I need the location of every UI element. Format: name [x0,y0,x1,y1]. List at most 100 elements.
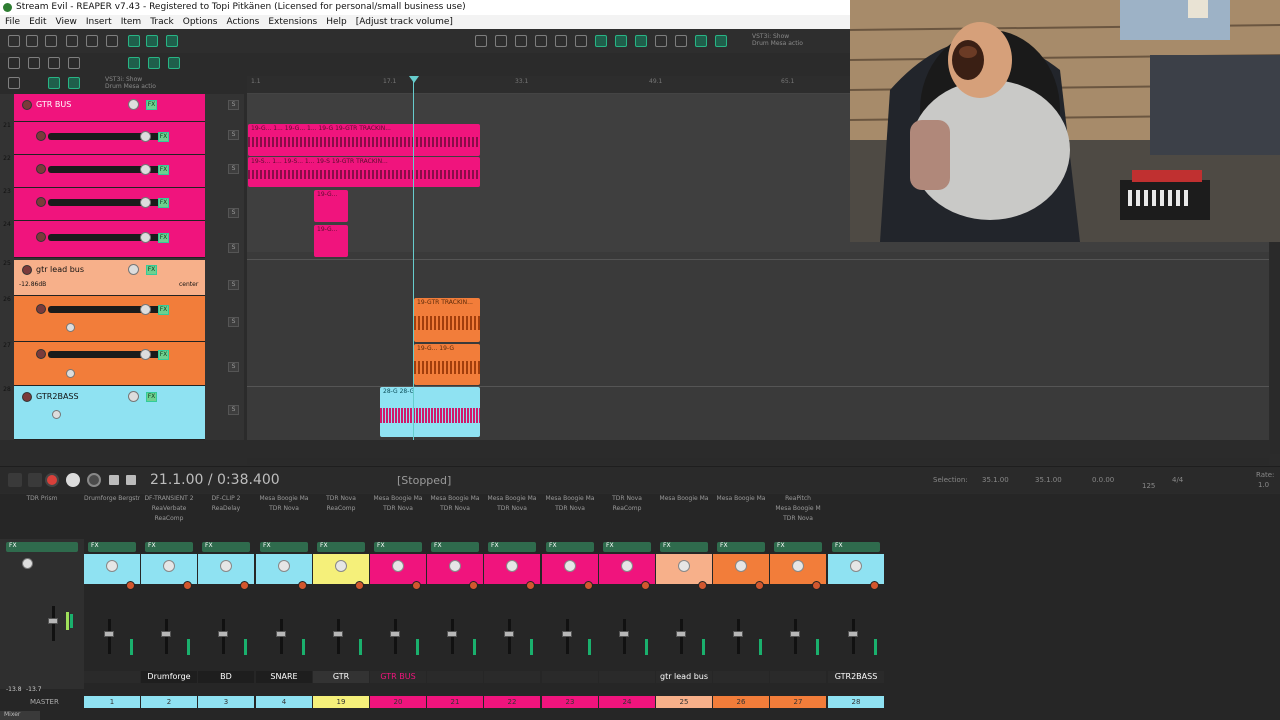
fx-chain-slot[interactable]: ReaComp [141,515,197,522]
tcp-open-icon[interactable] [28,57,40,69]
media-item[interactable]: 19-G... [314,190,348,222]
record-arm-button[interactable] [36,197,46,207]
pan-knob[interactable] [564,560,576,572]
pan-knob[interactable] [140,304,151,315]
fx-chain-slot[interactable]: ReaComp [313,505,369,512]
record-button[interactable] [45,473,59,487]
fx-chain-slot[interactable]: DF-CLIP 2 [198,495,254,502]
go-to-end-icon[interactable] [28,473,42,487]
fader-cap[interactable] [276,631,286,637]
ripple-icon-2[interactable] [635,35,647,47]
fx-chain-slot[interactable]: Drumforge Bergstrand [84,495,140,502]
rate-value[interactable]: 1.0 [1258,481,1269,489]
tcp-save-icon[interactable] [48,57,60,69]
fx-button[interactable]: FX [774,542,822,552]
track-24[interactable]: 24 FX [3,221,205,258]
pan-knob[interactable] [140,232,151,243]
pan-knob[interactable] [621,560,633,572]
media-item[interactable]: 19-G... 1... 19-G... 1... 19-G 19-GTR TR… [248,124,480,156]
envelope-icon[interactable] [675,35,687,47]
fx-button[interactable]: FX [146,392,157,402]
record-arm-button[interactable] [755,581,764,590]
fader-cap[interactable] [390,631,400,637]
media-item[interactable]: 19-G... [314,225,348,257]
fx-button[interactable]: FX [546,542,594,552]
metronome-icon-2[interactable] [595,35,607,47]
fader-cap[interactable] [104,631,114,637]
strip-name[interactable]: gtr lead bus [656,671,712,683]
selection-end[interactable]: 35.1.00 [1035,476,1062,484]
pan-knob[interactable] [392,560,404,572]
fader-cap[interactable] [733,631,743,637]
fx-chain-slot[interactable]: Mesa Boogie Ma [427,495,483,502]
project-settings-icon[interactable] [66,35,78,47]
fx-button[interactable]: FX [374,542,422,552]
fader-cap[interactable] [676,631,686,637]
track-27[interactable]: 27 FX [3,342,205,386]
solo-button[interactable]: S [228,243,239,253]
lock-icon[interactable] [715,35,727,47]
fx-chain-slot[interactable]: Mesa Boogie Ma [256,495,312,502]
pan-knob[interactable] [140,164,151,175]
strip-name[interactable]: SNARE [256,671,312,683]
solo-button[interactable]: S [228,208,239,218]
record-arm-button[interactable] [36,349,46,359]
menu-view[interactable]: View [56,15,77,29]
pan-knob[interactable] [140,197,151,208]
strip-name[interactable] [427,671,483,683]
grid-icon[interactable] [655,35,667,47]
volume-knob[interactable] [128,264,139,275]
track-23[interactable]: 23 FX [3,188,205,221]
open-project-icon[interactable] [26,35,38,47]
go-to-start-icon[interactable] [8,473,22,487]
fx-button[interactable]: FX [158,350,169,360]
menu-options[interactable]: Options [183,15,218,29]
pan-knob[interactable] [220,560,232,572]
fx-chain-slot[interactable]: ReaPitch [770,495,826,502]
record-arm-button[interactable] [22,265,32,275]
ripple-edit-icon[interactable] [146,35,158,47]
record-arm-button[interactable] [183,581,192,590]
master-pan-knob[interactable] [22,558,33,569]
undo-icon-2[interactable] [555,35,567,47]
settings-icon-2[interactable] [535,35,547,47]
fx-button[interactable]: FX [158,305,169,315]
stop-button[interactable] [109,475,119,485]
record-arm-button[interactable] [126,581,135,590]
fx-chain-slot[interactable]: Mesa Boogie Ma [370,495,426,502]
pause-button[interactable] [126,475,136,485]
strip-name[interactable] [599,671,655,683]
fx-chain-slot[interactable]: Mesa Boogie M [770,505,826,512]
fx-button[interactable]: FX [431,542,479,552]
fx-button[interactable]: FX [260,542,308,552]
strip-name[interactable] [770,671,826,683]
fx-button[interactable]: FX [158,198,169,208]
tcp-settings-icon[interactable] [68,57,80,69]
record-arm-button[interactable] [22,392,32,402]
strip-name[interactable]: Drumforge Bergstrand [141,671,197,683]
solo-button[interactable]: S [228,362,239,372]
tcp-snap-icon[interactable] [148,57,160,69]
media-item[interactable]: 19-GTR TRACKIN... [414,298,480,342]
menu-actions[interactable]: Actions [226,15,259,29]
fx-chain-slot[interactable]: Mesa Boogie Ma [542,495,598,502]
menu-edit[interactable]: Edit [29,15,46,29]
strip-name[interactable] [713,671,769,683]
track-gtr-bus[interactable]: GTR BUS FX [14,94,205,122]
solo-button[interactable]: S [228,100,239,110]
redo-icon[interactable] [106,35,118,47]
fx-button[interactable]: FX [146,100,157,110]
fx-chain-slot[interactable]: ReaComp [599,505,655,512]
snap-icon[interactable] [615,35,627,47]
pan-knob[interactable] [792,560,804,572]
pan-knob[interactable] [678,560,690,572]
fx-button[interactable]: FX [202,542,250,552]
repeat-icon[interactable] [87,473,101,487]
solo-button[interactable]: S [228,405,239,415]
fx-button[interactable]: FX [832,542,880,552]
save-icon-2[interactable] [515,35,527,47]
volume-knob[interactable] [128,99,139,110]
fx-chain-slot[interactable]: TDR Nova [256,505,312,512]
strip-name[interactable] [542,671,598,683]
solo-button[interactable]: S [228,164,239,174]
